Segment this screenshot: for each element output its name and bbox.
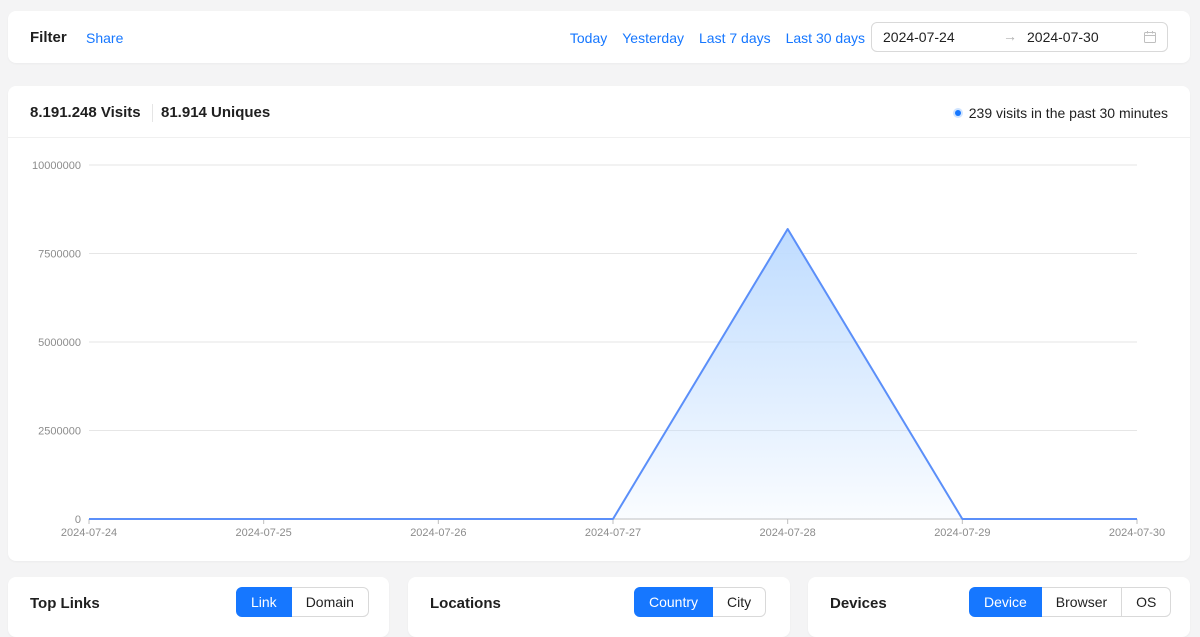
top-links-toggle: Link Domain <box>236 587 369 617</box>
arrow-right-icon: → <box>1003 28 1017 44</box>
tab-os[interactable]: OS <box>1122 587 1171 617</box>
y-tick-label: 10000000 <box>32 160 81 172</box>
x-tick-label: 2024-07-28 <box>760 527 816 539</box>
devices-title: Devices <box>830 595 887 612</box>
stats-divider <box>152 104 153 122</box>
tab-browser[interactable]: Browser <box>1042 587 1122 617</box>
filter-bar: Filter Share Today Yesterday Last 7 days… <box>8 11 1190 63</box>
locations-toggle: Country City <box>634 587 766 617</box>
live-visits-text: 239 visits in the past 30 minutes <box>969 105 1168 121</box>
total-visits: 8.191.248 Visits <box>30 104 141 121</box>
tab-domain[interactable]: Domain <box>292 587 369 617</box>
quick-range-links: Today Yesterday Last 7 days Last 30 days <box>570 30 865 46</box>
date-range-picker[interactable]: 2024-07-24 → 2024-07-30 <box>871 22 1168 52</box>
x-tick-label: 2024-07-29 <box>934 527 990 539</box>
y-axis-ticks: 0 2500000 5000000 7500000 10000000 <box>32 160 81 526</box>
total-uniques: 81.914 Uniques <box>161 104 270 121</box>
x-tick-label: 2024-07-30 <box>1109 527 1165 539</box>
stats-header: 8.191.248 Visits 81.914 Uniques 239 visi… <box>8 86 1190 138</box>
top-links-title: Top Links <box>30 595 100 612</box>
filter-title: Filter <box>30 29 67 46</box>
x-axis-ticks: 2024-07-24 2024-07-25 2024-07-26 2024-07-27… <box>61 519 1165 539</box>
x-tick-label: 2024-07-24 <box>61 527 117 539</box>
tab-city[interactable]: City <box>713 587 766 617</box>
range-end-input[interactable]: 2024-07-30 <box>1027 29 1099 45</box>
tab-link[interactable]: Link <box>236 587 292 617</box>
y-tick-label: 5000000 <box>38 337 81 349</box>
devices-card: Devices Device Browser OS <box>808 577 1190 637</box>
visits-line <box>89 229 1137 519</box>
range-last-7-days-link[interactable]: Last 7 days <box>699 30 771 46</box>
locations-title: Locations <box>430 595 501 612</box>
tab-device[interactable]: Device <box>969 587 1042 617</box>
range-today-link[interactable]: Today <box>570 30 607 46</box>
range-start-input[interactable]: 2024-07-24 <box>883 29 955 45</box>
visits-series <box>89 229 1137 519</box>
live-visits-indicator: 239 visits in the past 30 minutes <box>955 105 1168 121</box>
y-tick-label: 0 <box>75 514 81 526</box>
calendar-icon <box>1143 30 1157 44</box>
share-link[interactable]: Share <box>86 30 123 46</box>
tab-country[interactable]: Country <box>634 587 713 617</box>
visits-area <box>89 229 1137 519</box>
range-yesterday-link[interactable]: Yesterday <box>622 30 684 46</box>
visits-area-chart: 0 2500000 5000000 7500000 10000000 2024-07-2… <box>8 138 1190 561</box>
live-dot-icon <box>955 110 961 116</box>
x-tick-label: 2024-07-27 <box>585 527 641 539</box>
range-last-30-days-link[interactable]: Last 30 days <box>786 30 865 46</box>
locations-card: Locations Country City <box>408 577 790 637</box>
top-links-card: Top Links Link Domain <box>8 577 389 637</box>
visits-chart-card: 8.191.248 Visits 81.914 Uniques 239 visi… <box>8 86 1190 561</box>
grid-lines <box>89 165 1137 519</box>
x-tick-label: 2024-07-25 <box>236 527 292 539</box>
x-tick-label: 2024-07-26 <box>410 527 466 539</box>
y-tick-label: 2500000 <box>38 426 81 438</box>
devices-toggle: Device Browser OS <box>969 587 1171 617</box>
y-tick-label: 7500000 <box>38 249 81 261</box>
